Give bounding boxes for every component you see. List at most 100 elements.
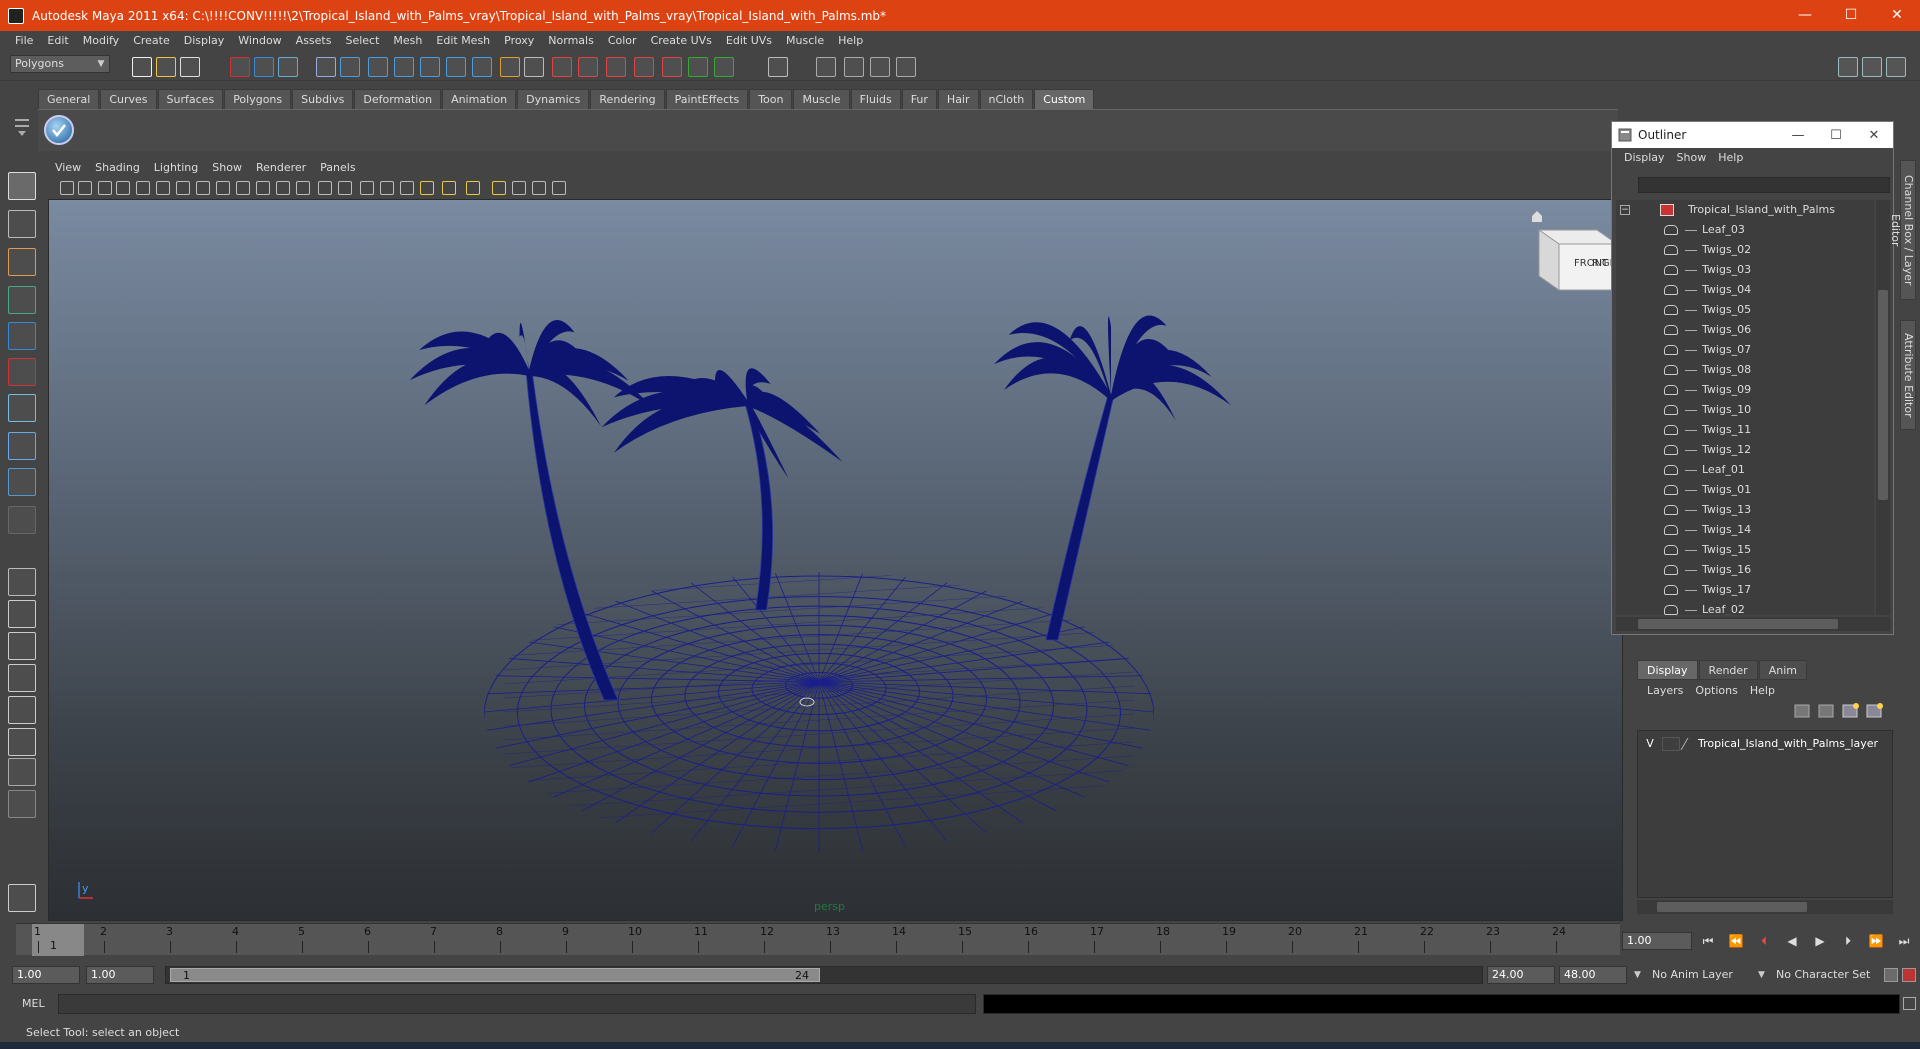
last-tool-icon[interactable]: [8, 506, 36, 534]
outliner-item[interactable]: Twigs_06: [1616, 320, 1874, 340]
outliner-minimize-button[interactable]: —: [1779, 128, 1817, 143]
status-tool-icon[interactable]: [420, 57, 440, 77]
range-slider-track[interactable]: 1 24: [165, 966, 1483, 984]
layer-menu-2[interactable]: Help: [1744, 684, 1781, 697]
playback-start-field[interactable]: 1.00: [86, 966, 154, 984]
layer-move-down-icon[interactable]: [1818, 704, 1834, 718]
status-tool-icon[interactable]: [844, 57, 864, 77]
layer-menu-1[interactable]: Options: [1689, 684, 1743, 697]
outliner-item[interactable]: Twigs_17: [1616, 580, 1874, 600]
outliner-item[interactable]: Twigs_16: [1616, 560, 1874, 580]
outliner-item[interactable]: Twigs_07: [1616, 340, 1874, 360]
layout-hypershade-icon[interactable]: [8, 696, 36, 724]
menu-0[interactable]: File: [8, 34, 40, 47]
menu-9[interactable]: Edit Mesh: [429, 34, 497, 47]
status-tool-icon[interactable]: [254, 57, 274, 77]
viewport-toolbar-icon[interactable]: [360, 181, 374, 195]
outliner-item[interactable]: Twigs_15: [1616, 540, 1874, 560]
viewport-toolbar-icon[interactable]: [296, 181, 310, 195]
status-tool-icon[interactable]: [816, 57, 836, 77]
viewport-toolbar-icon[interactable]: [236, 181, 250, 195]
shelf-tab-13[interactable]: Fur: [901, 89, 937, 109]
shelf-tab-7[interactable]: Dynamics: [517, 89, 590, 109]
outliner-item[interactable]: Twigs_12: [1616, 440, 1874, 460]
outliner-item[interactable]: Twigs_08: [1616, 360, 1874, 380]
go-to-end-button[interactable]: ⏭: [1895, 932, 1913, 950]
outliner-item[interactable]: Twigs_14: [1616, 520, 1874, 540]
menu-10[interactable]: Proxy: [497, 34, 541, 47]
menu-5[interactable]: Window: [231, 34, 288, 47]
shelf-tab-2[interactable]: Surfaces: [157, 89, 224, 109]
viewport-toolbar-icon[interactable]: [196, 181, 210, 195]
outliner-item[interactable]: Twigs_04: [1616, 280, 1874, 300]
outliner-item[interactable]: Twigs_09: [1616, 380, 1874, 400]
status-tool-icon[interactable]: [714, 57, 734, 77]
menu-7[interactable]: Select: [338, 34, 386, 47]
outliner-item[interactable]: Twigs_05: [1616, 300, 1874, 320]
viewport-toolbar-icon[interactable]: [176, 181, 190, 195]
move-tool-icon[interactable]: [8, 286, 36, 314]
status-tool-icon[interactable]: [230, 57, 250, 77]
status-tool-icon[interactable]: [394, 57, 414, 77]
status-tool-icon[interactable]: [316, 57, 336, 77]
menu-15[interactable]: Muscle: [779, 34, 831, 47]
outliner-item[interactable]: Twigs_01: [1616, 480, 1874, 500]
menu-6[interactable]: Assets: [289, 34, 339, 47]
menu-set-dropdown[interactable]: Polygons ▼: [10, 55, 110, 73]
outliner-item[interactable]: Twigs_13: [1616, 500, 1874, 520]
soft-mod-icon[interactable]: [8, 432, 36, 460]
home-icon[interactable]: [1532, 211, 1542, 222]
viewport-toolbar-icon[interactable]: [492, 181, 506, 195]
outliner-item[interactable]: Leaf_01: [1616, 460, 1874, 480]
custom-shelf-check-icon[interactable]: [44, 115, 74, 145]
shelf-tab-12[interactable]: Fluids: [850, 89, 901, 109]
layer-tab-1[interactable]: Render: [1698, 660, 1758, 680]
viewport-toolbar-icon[interactable]: [156, 181, 170, 195]
status-tool-icon[interactable]: [662, 57, 682, 77]
outliner-item[interactable]: Leaf_02: [1616, 600, 1874, 615]
view-cube[interactable]: FRONT RIGHT: [1532, 211, 1623, 291]
status-tool-icon[interactable]: [552, 57, 572, 77]
menu-1[interactable]: Edit: [40, 34, 75, 47]
shelf-tab-4[interactable]: Subdivs: [292, 89, 354, 109]
scrollbar-thumb[interactable]: [1638, 619, 1838, 629]
status-tool-icon[interactable]: [524, 57, 544, 77]
go-to-start-button[interactable]: ⏮: [1699, 932, 1717, 950]
outliner-horizontal-scrollbar[interactable]: [1616, 617, 1890, 631]
status-tool-icon[interactable]: [688, 57, 708, 77]
shelf-menu-handle[interactable]: [10, 89, 36, 151]
scrollbar-thumb[interactable]: [1657, 902, 1807, 912]
viewport-toolbar-icon[interactable]: [552, 181, 566, 195]
viewport-toolbar-icon[interactable]: [380, 181, 394, 195]
status-tool-icon[interactable]: [472, 57, 492, 77]
menu-8[interactable]: Mesh: [386, 34, 429, 47]
hand-tool-icon[interactable]: [8, 884, 36, 912]
layout-persp-uv-icon[interactable]: [8, 728, 36, 756]
chevron-down-icon[interactable]: [8, 790, 36, 818]
shelf-tab-9[interactable]: PaintEffects: [665, 89, 749, 109]
viewport-toolbar-icon[interactable]: [512, 181, 526, 195]
status-tool-icon[interactable]: [278, 57, 298, 77]
viewport-toolbar-icon[interactable]: [78, 181, 92, 195]
viewport-toolbar-icon[interactable]: [116, 181, 130, 195]
auto-key-icon[interactable]: [1902, 968, 1916, 982]
command-input[interactable]: [58, 994, 976, 1014]
chevron-down-icon[interactable]: ▼: [1634, 966, 1641, 984]
menu-13[interactable]: Create UVs: [644, 34, 719, 47]
scrollbar-thumb[interactable]: [1878, 290, 1888, 500]
viewport-toolbar-icon[interactable]: [338, 181, 352, 195]
viewport-menu-2[interactable]: Lighting: [147, 161, 205, 177]
shelf-tab-0[interactable]: General: [38, 89, 100, 109]
outliner-item[interactable]: Twigs_10: [1616, 400, 1874, 420]
layer-horizontal-scrollbar[interactable]: [1637, 900, 1893, 914]
animation-end-field[interactable]: 48.00: [1559, 966, 1627, 984]
viewport-toolbar-icon[interactable]: [420, 181, 434, 195]
viewport-menu-1[interactable]: Shading: [88, 161, 147, 177]
viewport-toolbar-icon[interactable]: [98, 181, 112, 195]
shelf-tab-15[interactable]: nCloth: [979, 89, 1034, 109]
viewport-menu-4[interactable]: Renderer: [249, 161, 313, 177]
layout-toggle-icon[interactable]: [1838, 57, 1858, 77]
layout-persp-graph-icon[interactable]: [8, 664, 36, 692]
shelf-tab-5[interactable]: Deformation: [354, 89, 442, 109]
menu-14[interactable]: Edit UVs: [719, 34, 779, 47]
